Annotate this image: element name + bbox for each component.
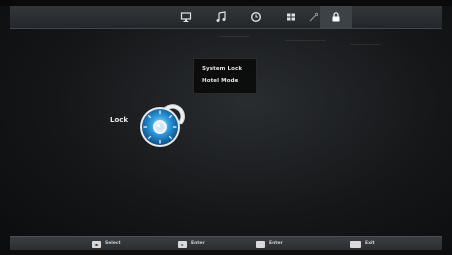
hint-label: Enter xyxy=(191,241,205,246)
hint-enter: ▸ Enter xyxy=(178,240,205,248)
screen-bezel-bottom xyxy=(0,250,452,255)
ok-key-icon xyxy=(256,240,265,248)
menu-item-hotel-mode[interactable]: Hotel Mode xyxy=(202,76,254,86)
lock-submenu-panel: System Lock Hotel Mode xyxy=(193,58,257,94)
bottom-hint-bar: ◂▸ Select ▸ Enter Enter Exit xyxy=(10,236,442,251)
hint-label: Select xyxy=(105,241,121,246)
reflection-streak xyxy=(285,40,325,41)
exit-key-icon xyxy=(350,240,361,248)
hint-select: ◂▸ Select xyxy=(92,240,121,248)
padlock-icon xyxy=(133,96,189,152)
top-menu-bar xyxy=(10,6,442,29)
music-icon[interactable] xyxy=(215,11,227,23)
reflection-streak xyxy=(220,36,250,37)
reflection-streak xyxy=(350,44,380,45)
play-key-icon: ▸ xyxy=(178,240,187,248)
menu-item-system-lock[interactable]: System Lock xyxy=(202,64,254,74)
hint-label: Exit xyxy=(365,241,375,246)
picture-icon[interactable] xyxy=(180,11,192,23)
clock-icon[interactable] xyxy=(250,11,262,23)
apps-icon[interactable] xyxy=(285,11,297,23)
lock-icon[interactable] xyxy=(330,11,342,23)
hint-enter-ok: Enter xyxy=(256,240,283,248)
hint-label: Enter xyxy=(269,241,283,246)
tv-screen: System Lock Hotel Mode Lock ◂▸ Select ▸ … xyxy=(0,0,452,255)
arrow-keys-icon: ◂▸ xyxy=(92,240,101,248)
settings-icon[interactable] xyxy=(308,11,320,23)
hint-exit: Exit xyxy=(350,240,375,248)
category-label: Lock xyxy=(110,116,129,124)
